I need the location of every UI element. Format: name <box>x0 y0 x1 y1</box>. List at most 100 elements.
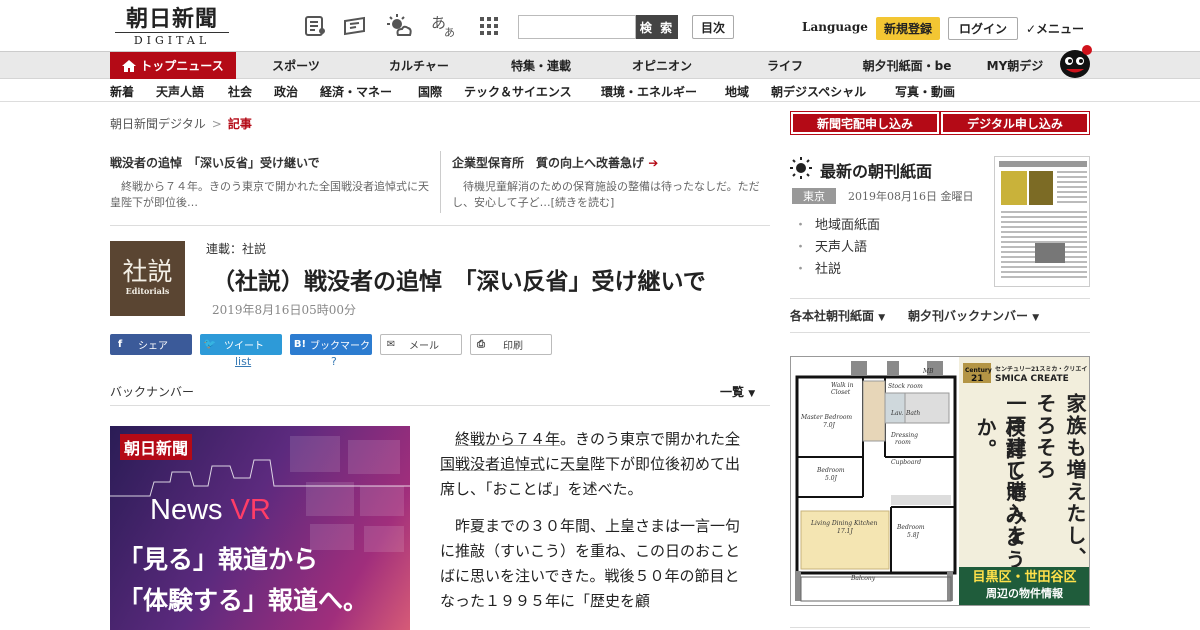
login-button[interactable]: ログイン <box>948 17 1018 40</box>
hatena-icon: B! <box>293 339 307 350</box>
search-button[interactable]: 検 索 <box>636 15 678 39</box>
article-body: 終戦から７４年。きのう東京で開かれた全国戦没者追悼式に天皇陛下が即位後初めて出席… <box>440 427 750 626</box>
nav-sub-item[interactable]: テック＆サイエンス <box>464 83 572 100</box>
nav-tab-paper[interactable]: 朝夕刊紙面・be <box>846 52 968 79</box>
menu-button[interactable]: ✓メニュー <box>1026 20 1084 37</box>
breadcrumb-separator: > <box>211 117 222 131</box>
related-summary: 終戦から７４年。きのう東京で開かれた全国戦没者追悼式に天皇陛下が即位後… <box>110 180 429 209</box>
print-button[interactable]: ⎙ 印刷 <box>470 334 552 355</box>
signup-button[interactable]: 新規登録 <box>876 17 940 40</box>
mail-icon: ✉ <box>386 339 396 350</box>
header-bar: 朝日新聞 DIGITAL ああ 検 索 目次 Language 新規登録 ログイ… <box>0 0 1200 52</box>
svg-text:Lav.: Lav. <box>890 410 903 417</box>
language-link[interactable]: Language <box>802 20 868 34</box>
keyword-link[interactable]: 天皇 <box>560 455 590 473</box>
related-article[interactable]: 企業型保育所 質の向上へ改善急げ ➔ 待機児童解消のための保育施設の整備は待った… <box>452 154 772 211</box>
site-logo[interactable]: 朝日新聞 DIGITAL <box>115 7 229 47</box>
newspaper-thumbnail[interactable] <box>994 156 1090 287</box>
backnumber-list-toggle[interactable]: 一覧 ▼ <box>720 383 755 400</box>
nav-sub-item[interactable]: 地域 <box>725 83 749 100</box>
font-size-icon[interactable]: ああ <box>430 13 456 39</box>
svg-text:21: 21 <box>971 374 984 384</box>
svg-text:Dressing: Dressing <box>890 432 918 439</box>
nav-tab-top-news[interactable]: トップニュース <box>110 52 236 79</box>
article-date: 2019年8月16日05時00分 <box>212 303 356 317</box>
series-label[interactable]: 連載：社説 <box>206 240 266 257</box>
hatena-bookmark-button[interactable]: B! ブックマーク <box>290 334 372 355</box>
nav-sub-item[interactable]: 新着 <box>110 83 134 100</box>
paper-link[interactable]: ・社説 <box>794 258 841 277</box>
backnumber-dropdown[interactable]: 朝夕刊バックナンバー ▼ <box>908 307 1039 324</box>
divider <box>790 298 1090 299</box>
keyword-link[interactable]: 終戦から７４年 <box>455 430 560 448</box>
breadcrumb-current: 記事 <box>227 117 252 131</box>
real-estate-ad[interactable]: Walk in Closet Stock room MB Master Bedro… <box>790 356 1090 606</box>
editorials-thumbnail-en: Editorials <box>125 286 170 296</box>
ad-copy-line: 家族も増えたし、 <box>1063 393 1087 569</box>
paper-link[interactable]: ・天声人語 <box>794 236 867 255</box>
tweet-list-link[interactable]: list <box>235 355 251 368</box>
article-headline: （社説）戦没者の追悼 「深い反省」受け継いで <box>212 268 706 295</box>
newspaper-page-graphic <box>999 161 1087 278</box>
related-title[interactable]: 企業型保育所 質の向上へ改善急げ ➔ <box>452 154 772 171</box>
nav-tab-culture[interactable]: カルチャー <box>356 52 482 79</box>
nav-sub-item[interactable]: 写真・動画 <box>895 83 955 100</box>
svg-text:17.1J: 17.1J <box>837 528 853 535</box>
nav-sub-item[interactable]: 国際 <box>418 83 442 100</box>
grid-apps-icon[interactable] <box>476 13 502 39</box>
search-input[interactable] <box>518 15 636 39</box>
floor-plan-graphic: Walk inCloset Stock room MB Master Bedro… <box>795 361 957 602</box>
related-article[interactable]: 戦没者の追悼 「深い反省」受け継いで 終戦から７４年。きのう東京で開かれた全国戦… <box>110 154 430 211</box>
ad-text-panel: Century 21 センチュリー21スミカ・クリエイト SMICA CREAT… <box>959 357 1089 605</box>
divider <box>790 332 1090 333</box>
digital-signup-button[interactable]: デジタル申し込み <box>940 111 1090 135</box>
nav-tab-opinion[interactable]: オピニオン <box>600 52 724 79</box>
svg-text:センチュリー21スミカ・クリエイト: センチュリー21スミカ・クリエイト <box>995 365 1087 373</box>
svg-text:あ: あ <box>444 26 455 39</box>
print-icon: ⎙ <box>477 339 485 350</box>
divider <box>790 627 1090 628</box>
newspaper-icon[interactable] <box>302 13 328 39</box>
svg-text:Closet: Closet <box>831 389 851 396</box>
nav-sub-item[interactable]: 環境・エネルギー <box>601 83 697 100</box>
editorials-thumbnail: 社説 Editorials <box>110 241 185 316</box>
mascot-icon[interactable] <box>1058 42 1092 78</box>
nav-tab-features[interactable]: 特集・連載 <box>482 52 600 79</box>
nav-sub-item[interactable]: 社会 <box>228 83 252 100</box>
svg-text:Bath: Bath <box>905 410 920 417</box>
mail-button[interactable]: ✉ メール <box>380 334 462 355</box>
paper-link[interactable]: ・地域面紙面 <box>794 214 880 233</box>
ad-area-banner: 目黒区・世田谷区 周辺の物件情報 <box>959 567 1089 605</box>
related-summary: 待機児童解消のための保育施設の整備は待ったなしだ。ただし、安心して子ど…[続きを… <box>452 180 760 209</box>
nav-tab-my-asadigi[interactable]: MY朝デジ <box>968 52 1062 79</box>
nav-tab-sports[interactable]: スポーツ <box>236 52 356 79</box>
region-badge: 東京 <box>792 188 836 204</box>
nav-sub-item[interactable]: 政治 <box>274 83 298 100</box>
related-title[interactable]: 戦没者の追悼 「深い反省」受け継いで <box>110 154 430 171</box>
svg-text:Living Dining Kitchen: Living Dining Kitchen <box>810 520 878 527</box>
body-paragraph: 終戦から７４年。きのう東京で開かれた全国戦没者追悼式に天皇陛下が即位後初めて出席… <box>440 430 741 498</box>
toc-button[interactable]: 目次 <box>692 15 734 39</box>
svg-text:MB: MB <box>922 368 934 375</box>
backnumber-label: バックナンバー <box>110 385 195 399</box>
news-vr-ad[interactable]: 朝日新聞 News VR 「見る」報道から 「体験する」報道へ。 <box>110 426 410 630</box>
divider <box>440 151 441 213</box>
mail-news-icon[interactable] <box>342 13 368 39</box>
nav-sub-item[interactable]: 経済・マネー <box>320 83 392 100</box>
svg-text:Cupboard: Cupboard <box>891 459 921 466</box>
morning-paper-title[interactable]: 最新の朝刊紙面 <box>820 158 932 182</box>
breadcrumb-home[interactable]: 朝日新聞デジタル <box>110 117 206 131</box>
divider <box>110 225 770 226</box>
nav-tab-life[interactable]: ライフ <box>724 52 846 79</box>
tweet-button[interactable]: 🐦 ツイート <box>200 334 282 355</box>
weather-icon[interactable] <box>386 13 412 39</box>
regional-papers-dropdown[interactable]: 各本社朝刊紙面 ▼ <box>790 307 885 324</box>
nav-sub-item[interactable]: 天声人語 <box>156 83 204 100</box>
hatena-count[interactable]: ? <box>331 355 337 368</box>
svg-text:Walk in: Walk in <box>831 382 854 389</box>
breadcrumb: 朝日新聞デジタル > 記事 <box>110 115 252 132</box>
century21-logo: Century 21 センチュリー21スミカ・クリエイト SMICA CREAT… <box>963 363 1089 385</box>
facebook-share-button[interactable]: f シェア <box>110 334 192 355</box>
nav-sub-item[interactable]: 朝デジスペシャル <box>771 83 866 100</box>
delivery-signup-button[interactable]: 新聞宅配申し込み <box>790 111 940 135</box>
